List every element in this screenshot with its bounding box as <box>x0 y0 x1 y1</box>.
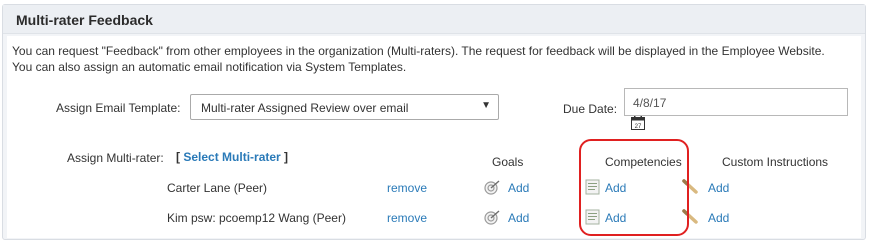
custom-instructions-column-header: Custom Instructions <box>722 155 829 169</box>
bracket-close: ] <box>284 150 289 164</box>
target-icon <box>484 180 500 195</box>
calendar-icon[interactable]: 27 <box>631 116 645 130</box>
panel-title: Multi-rater Feedback <box>16 12 153 28</box>
email-template-value: Multi-rater Assigned Review over email <box>201 101 409 115</box>
multirater-name: Kim psw: pcoemp12 Wang (Peer) <box>167 211 346 225</box>
custom-instructions-add-link[interactable]: Add <box>708 181 729 195</box>
goals-column-header: Goals <box>492 155 524 169</box>
goals-add-link[interactable]: Add <box>508 181 529 195</box>
select-multirater-control: [ Select Multi-rater ] <box>176 150 288 164</box>
assign-multirater-label: Assign Multi-rater: <box>67 151 164 165</box>
due-date-input[interactable]: 4/8/17 <box>624 88 848 116</box>
caret-down-icon: ▼ <box>481 100 491 111</box>
competencies-highlight-box <box>579 139 689 236</box>
remove-link[interactable]: remove <box>387 211 427 225</box>
email-template-label: Assign Email Template: <box>56 101 181 115</box>
custom-instructions-add-link[interactable]: Add <box>708 211 729 225</box>
calendar-day: 27 <box>635 124 642 130</box>
email-template-select[interactable]: Multi-rater Assigned Review over email ▼ <box>190 94 499 120</box>
due-date-value: 4/8/17 <box>633 96 667 110</box>
remove-link[interactable]: remove <box>387 181 427 195</box>
panel-description: You can request "Feedback" from other em… <box>12 44 825 74</box>
multirater-name: Carter Lane (Peer) <box>167 181 268 195</box>
bracket-open: [ <box>176 150 180 164</box>
goals-add-link[interactable]: Add <box>508 211 529 225</box>
target-icon <box>484 210 500 225</box>
panel-header: Multi-rater Feedback <box>3 5 865 34</box>
select-multirater-link[interactable]: Select Multi-rater <box>183 150 280 164</box>
multirater-feedback-panel: Multi-rater Feedback <box>2 4 866 240</box>
due-date-label: Due Date: <box>563 102 618 116</box>
